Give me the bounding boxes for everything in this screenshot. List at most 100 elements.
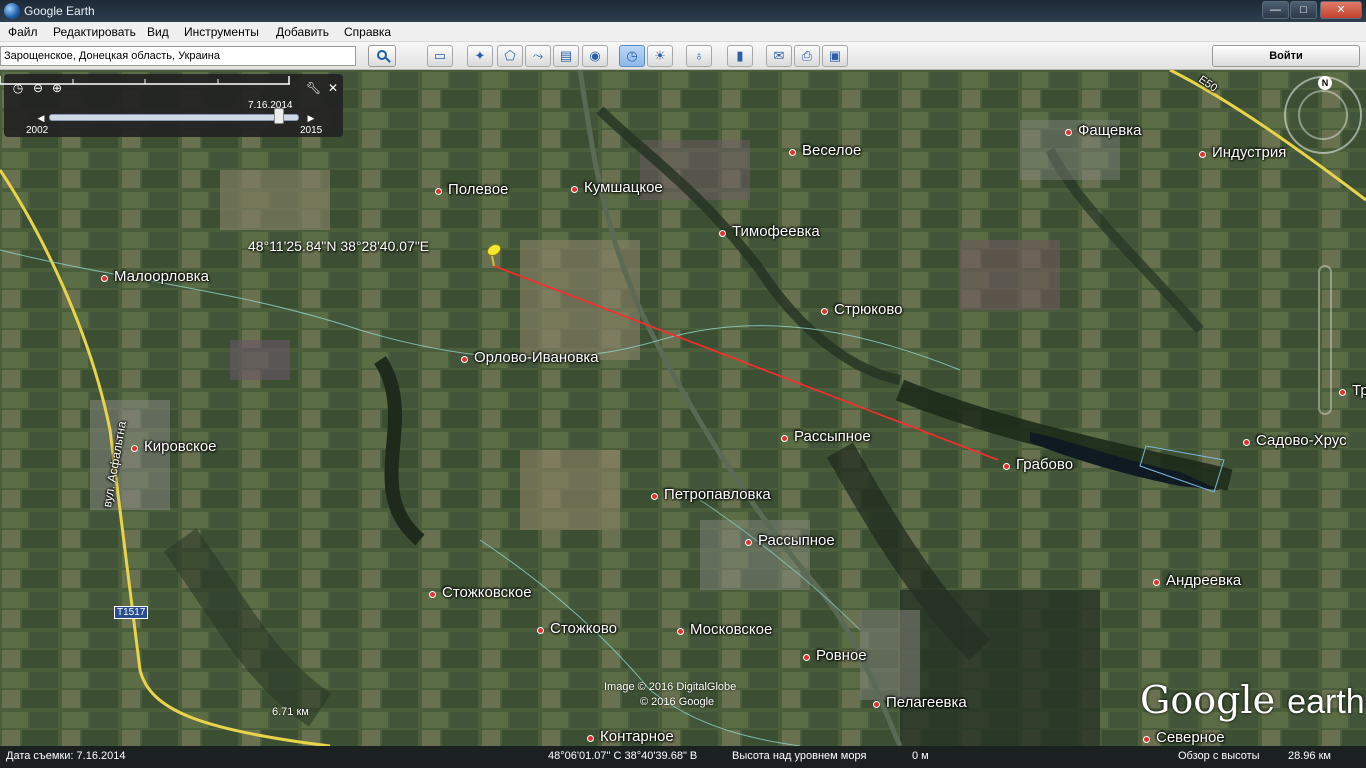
place-label[interactable]: Стрюково <box>834 301 903 318</box>
google-earth-logo: Google earth <box>1140 678 1365 722</box>
place-label[interactable]: Московское <box>690 621 772 638</box>
place-marker-icon[interactable] <box>587 735 594 742</box>
menu-file[interactable]: Файл <box>8 25 38 39</box>
place-label[interactable]: Рассыпное <box>794 428 871 445</box>
place-marker-icon[interactable] <box>719 230 726 237</box>
place-label[interactable]: Садово-Хрус <box>1256 432 1347 449</box>
status-bar: Дата съемки: 7.16.2014 48°06'01.07" С 38… <box>0 746 1366 768</box>
timeline-track[interactable] <box>49 114 299 121</box>
maximize-button[interactable]: □ <box>1290 1 1317 19</box>
timeline-start-year: 2002 <box>26 125 49 136</box>
ruler-icon[interactable]: ▮ <box>727 45 753 67</box>
elevation-label: Высота над уровнем моря <box>732 750 867 762</box>
place-marker-icon[interactable] <box>1153 579 1160 586</box>
close-timeline-icon[interactable]: ✕ <box>326 81 340 95</box>
add-placemark-icon[interactable]: ✦ <box>467 45 493 67</box>
save-image-icon[interactable]: ▣ <box>822 45 848 67</box>
imagery-credit: Image © 2016 DigitalGlobe <box>604 681 737 693</box>
place-marker-icon[interactable] <box>1065 129 1072 136</box>
toolbar: ▭ ✦ ⬠ ⤳ ▤ ◉ ◷ ☀ ♁ ▮ ✉ ⎙ ▣ Войти <box>0 42 1366 70</box>
place-marker-icon[interactable] <box>781 435 788 442</box>
add-polygon-icon[interactable]: ⬠ <box>497 45 523 67</box>
place-marker-icon[interactable] <box>677 628 684 635</box>
minimize-button[interactable]: — <box>1262 1 1289 19</box>
close-window-button[interactable]: ✕ <box>1320 1 1362 19</box>
email-icon[interactable]: ✉ <box>766 45 792 67</box>
menu-help[interactable]: Справка <box>344 25 391 39</box>
menu-tools[interactable]: Инструменты <box>184 25 259 39</box>
place-marker-icon[interactable] <box>571 186 578 193</box>
step-back-icon[interactable]: ◀ <box>34 111 48 125</box>
place-label[interactable]: Веселое <box>802 142 861 159</box>
timeline-thumb[interactable] <box>274 108 284 124</box>
place-marker-icon[interactable] <box>1243 439 1250 446</box>
look-joystick[interactable] <box>1298 90 1348 140</box>
record-tour-icon[interactable]: ◉ <box>582 45 608 67</box>
place-marker-icon[interactable] <box>821 308 828 315</box>
place-marker-icon[interactable] <box>1003 463 1010 470</box>
map-view[interactable]: Фащевка Индустрия Веселое Полевое Кумшацкое Т… <box>0 70 1366 746</box>
place-label[interactable]: Контарное <box>600 728 674 745</box>
place-label[interactable]: Орлово-Ивановка <box>474 349 599 366</box>
print-icon[interactable]: ⎙ <box>794 45 820 67</box>
place-label[interactable]: Стожковское <box>442 584 532 601</box>
place-marker-icon[interactable] <box>745 539 752 546</box>
place-label[interactable]: Полевое <box>448 181 508 198</box>
place-label[interactable]: Фащевка <box>1078 122 1141 139</box>
satellite-imagery <box>0 70 1366 746</box>
eye-altitude-value: 28.96 км <box>1288 750 1331 762</box>
google-earth-app-icon <box>4 3 20 19</box>
place-label[interactable]: Кировское <box>144 438 217 455</box>
place-label[interactable]: Рассыпное <box>758 532 835 549</box>
menu-add[interactable]: Добавить <box>276 25 329 39</box>
eye-altitude-label: Обзор с высоты <box>1178 750 1260 762</box>
place-label[interactable]: Северное <box>1156 729 1225 746</box>
place-marker-icon[interactable] <box>1199 151 1206 158</box>
place-label[interactable]: Кумшацкое <box>584 179 663 196</box>
place-marker-icon[interactable] <box>429 591 436 598</box>
image-overlay-icon[interactable]: ▤ <box>553 45 579 67</box>
zoom-slider[interactable] <box>1318 265 1332 415</box>
window-title: Google Earth <box>24 4 95 18</box>
place-label[interactable]: Малоорловка <box>114 268 209 285</box>
place-marker-icon[interactable] <box>873 701 880 708</box>
add-path-icon[interactable]: ⤳ <box>525 45 551 67</box>
place-label[interactable]: Андреевка <box>1166 572 1241 589</box>
step-forward-icon[interactable]: ▶ <box>304 111 318 125</box>
sign-in-button[interactable]: Войти <box>1212 45 1360 67</box>
place-marker-icon[interactable] <box>803 654 810 661</box>
elevation-value: 0 м <box>912 750 929 762</box>
sidebar-toggle-icon[interactable]: ▭ <box>427 45 453 67</box>
place-label[interactable]: Тр <box>1352 382 1366 399</box>
place-marker-icon[interactable] <box>101 275 108 282</box>
timeline-end-year: 2015 <box>300 125 323 136</box>
place-label[interactable]: Тимофеевка <box>732 223 820 240</box>
place-label[interactable]: Стожково <box>550 620 617 637</box>
planets-icon[interactable]: ♁ <box>686 45 712 67</box>
place-label[interactable]: Петропавловка <box>664 486 771 503</box>
place-marker-icon[interactable] <box>435 188 442 195</box>
google-credit: © 2016 Google <box>640 696 715 708</box>
placemark-coordinates-label[interactable]: 48°11'25.84"N 38°28'40.07"E <box>248 238 429 254</box>
place-label[interactable]: Грабово <box>1016 456 1073 473</box>
wrench-icon[interactable]: 🔧︎ <box>306 81 321 95</box>
place-marker-icon[interactable] <box>1143 736 1150 743</box>
place-marker-icon[interactable] <box>789 149 796 156</box>
search-input[interactable] <box>0 46 356 66</box>
place-marker-icon[interactable] <box>131 445 138 452</box>
place-label[interactable]: Ровное <box>816 647 867 664</box>
sunlight-icon[interactable]: ☀ <box>647 45 673 67</box>
place-marker-icon[interactable] <box>537 627 544 634</box>
menu-edit[interactable]: Редактировать <box>53 25 136 39</box>
place-label[interactable]: Пелагеевка <box>886 694 967 711</box>
place-label[interactable]: Индустрия <box>1212 144 1286 161</box>
search-button[interactable] <box>368 45 396 67</box>
menu-view[interactable]: Вид <box>147 25 169 39</box>
north-icon[interactable]: N <box>1318 76 1332 90</box>
historical-imagery-icon[interactable]: ◷ <box>619 45 645 67</box>
place-marker-icon[interactable] <box>461 356 468 363</box>
place-marker-icon[interactable] <box>651 493 658 500</box>
road-t1517-shield: T1517 <box>114 606 149 619</box>
navigation-compass[interactable]: N <box>1284 76 1362 154</box>
place-marker-icon[interactable] <box>1339 389 1346 396</box>
